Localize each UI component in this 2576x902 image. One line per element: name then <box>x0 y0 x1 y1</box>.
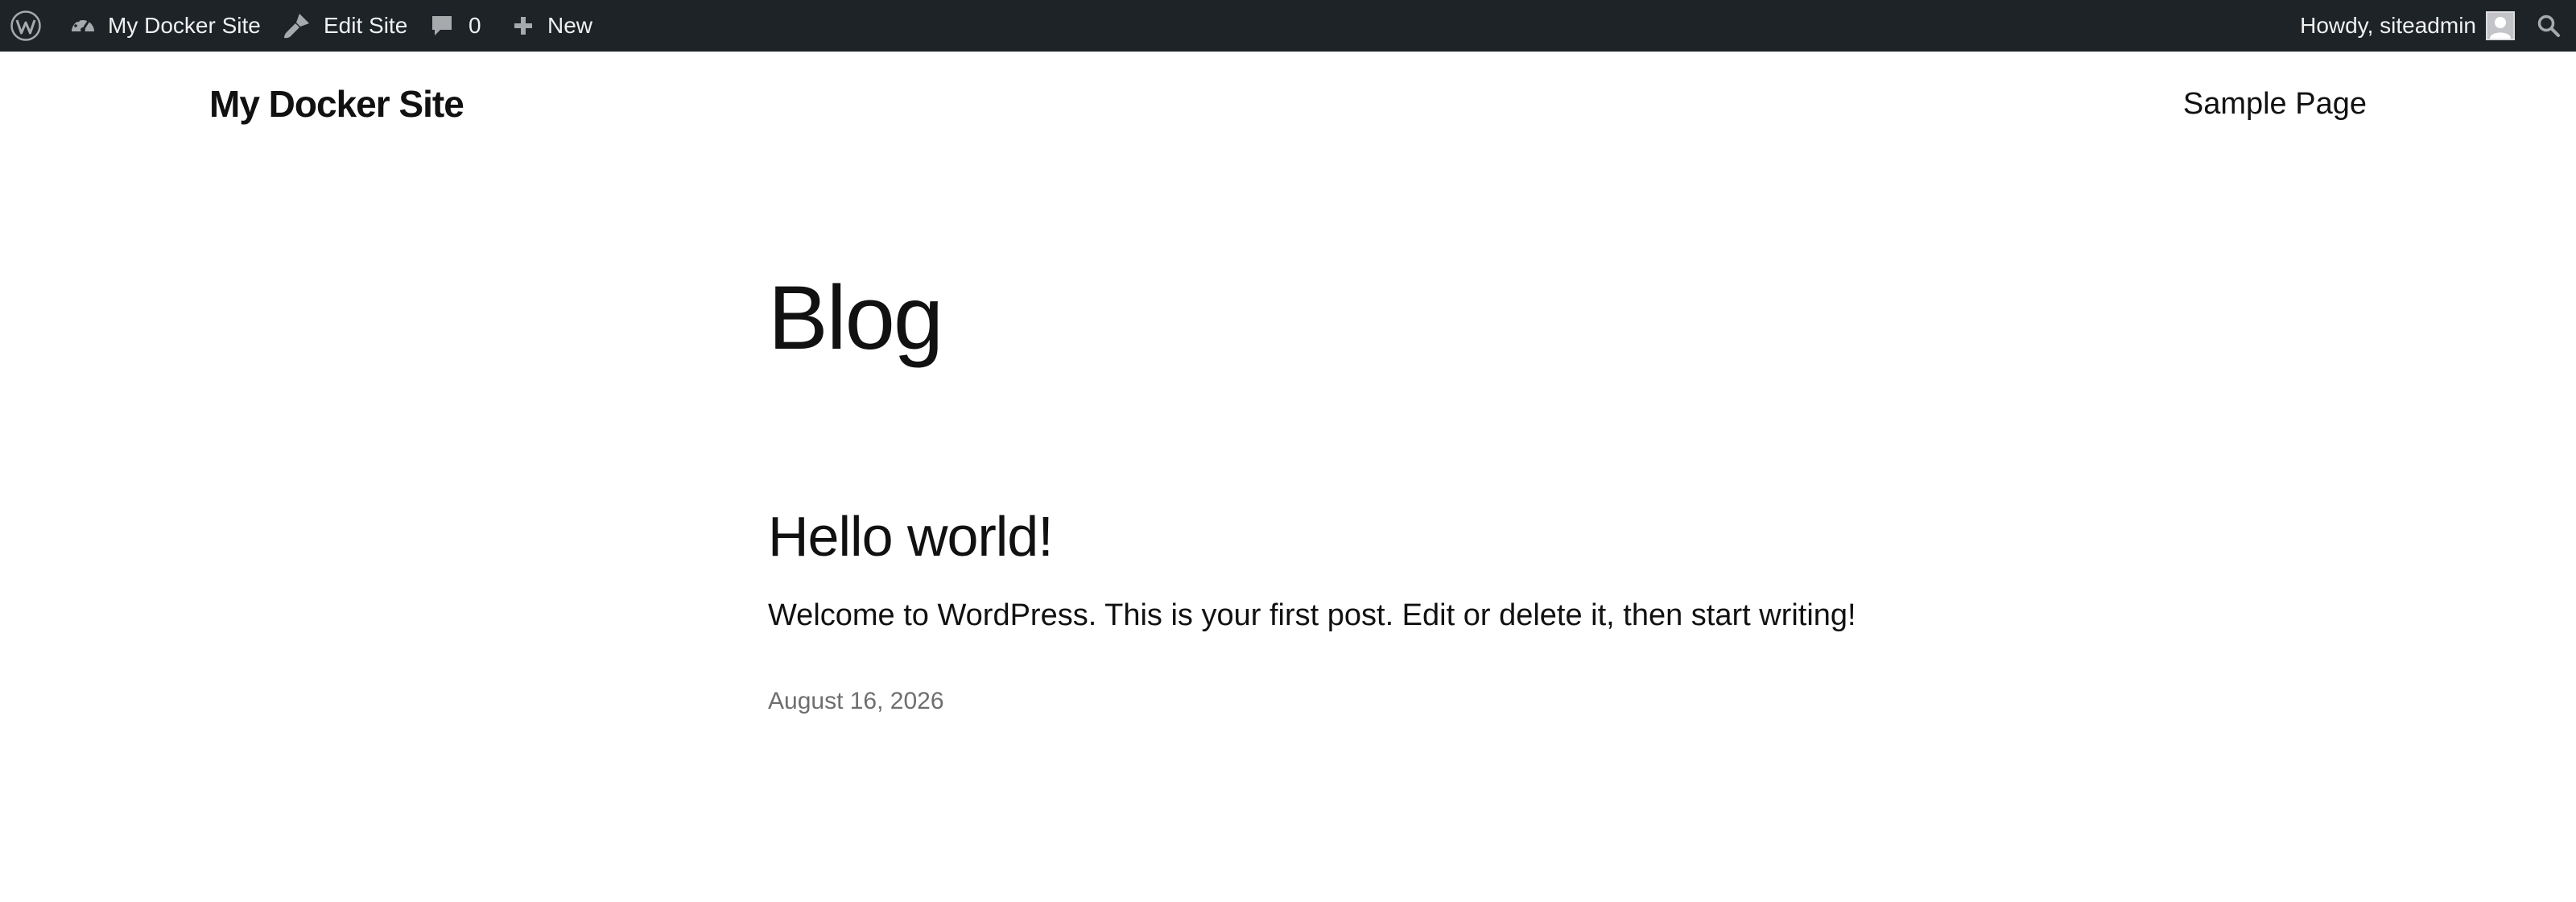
admin-bar-site-name[interactable]: My Docker Site <box>68 0 261 52</box>
site-title[interactable]: My Docker Site <box>209 82 464 126</box>
search-icon <box>2537 14 2561 38</box>
wordpress-logo-icon <box>10 10 42 42</box>
admin-bar-greeting: Howdy, siteadmin <box>2300 13 2476 38</box>
admin-bar: My Docker Site Edit Site 0 New Howdy, si… <box>0 0 2576 52</box>
admin-bar-my-account[interactable]: Howdy, siteadmin <box>2300 0 2515 52</box>
post-excerpt: Welcome to WordPress. This is your first… <box>768 598 1856 632</box>
post-title-link[interactable]: Hello world! <box>768 504 1054 569</box>
admin-bar-comments-count: 0 <box>469 13 481 38</box>
dashboard-icon <box>68 12 98 39</box>
admin-bar-site-name-label: My Docker Site <box>108 13 261 38</box>
page-title: Blog <box>768 267 943 368</box>
plus-icon <box>510 14 536 37</box>
admin-bar-search[interactable] <box>2528 0 2570 52</box>
user-avatar-icon <box>2486 11 2515 40</box>
wordpress-logo-menu[interactable] <box>10 0 45 52</box>
nav-link-sample-page[interactable]: Sample Page <box>2183 87 2367 122</box>
brush-icon <box>282 11 312 40</box>
post-date[interactable]: August 16, 2026 <box>768 688 944 715</box>
comment-bubble-icon <box>428 13 456 39</box>
admin-bar-edit-site[interactable]: Edit Site <box>282 0 407 52</box>
admin-bar-new-label: New <box>547 13 593 38</box>
admin-bar-new-content[interactable]: New <box>510 0 592 52</box>
admin-bar-comments[interactable]: 0 <box>428 0 481 52</box>
admin-bar-edit-site-label: Edit Site <box>324 13 408 38</box>
